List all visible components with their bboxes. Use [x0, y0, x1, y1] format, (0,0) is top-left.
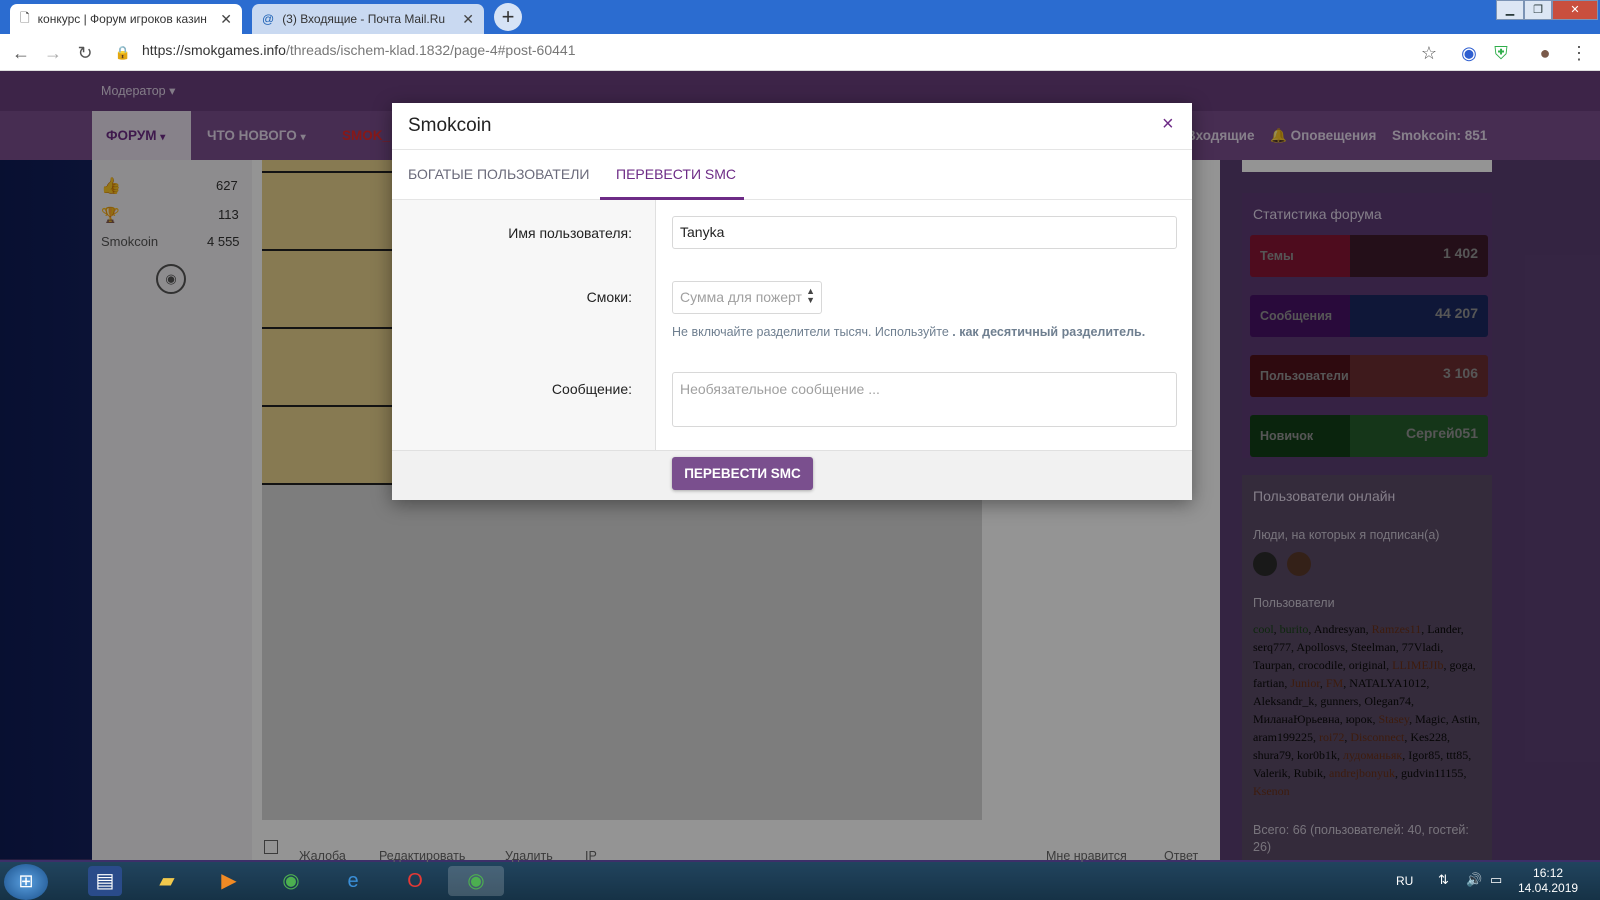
stepper-arrows-icon[interactable]: ▲ ▼	[806, 287, 815, 305]
chrome-icon[interactable]: ◉	[274, 866, 308, 896]
modal-title: Smokcoin	[408, 115, 492, 136]
tab-rich-users[interactable]: БОГАТЫЕ ПОЛЬЗОВАТЕЛИ	[408, 166, 589, 182]
minimize-icon[interactable]: ▁	[1496, 0, 1524, 20]
media-player-icon[interactable]: ▶	[212, 866, 246, 896]
internet-explorer-icon[interactable]: e	[336, 866, 370, 896]
url-path: /threads/ischem-klad.1832/page-4#post-60…	[285, 42, 576, 58]
amount-stepper[interactable]: Сумма для пожерт ▲ ▼	[672, 281, 822, 314]
maximize-icon[interactable]: ❐	[1524, 0, 1552, 20]
back-icon[interactable]: ←	[10, 42, 32, 64]
username-label: Имя пользователя:	[508, 225, 632, 241]
new-tab-button[interactable]: +	[494, 3, 522, 31]
start-button[interactable]: ⊞	[4, 864, 48, 900]
shield-icon[interactable]: ⛨	[1490, 42, 1512, 64]
message-field[interactable]: Необязательное сообщение ...	[672, 372, 1177, 427]
speaker-icon[interactable]: 🔊	[1466, 872, 1482, 888]
clock[interactable]: 16:12 14.04.2019	[1518, 866, 1578, 896]
address-bar[interactable]: https://smokgames.info/threads/ischem-kl…	[142, 42, 575, 58]
menu-icon[interactable]: ⋮	[1568, 42, 1590, 64]
folder-icon[interactable]: ▰	[150, 866, 184, 896]
message-label: Сообщение:	[551, 381, 632, 397]
chrome-active-icon[interactable]: ◉	[448, 866, 504, 896]
mail-icon: @	[262, 12, 275, 26]
close-tab-icon[interactable]: ✕	[220, 11, 232, 28]
language-indicator[interactable]: RU	[1396, 874, 1413, 888]
forward-icon[interactable]: →	[42, 42, 64, 64]
tab-title: конкурс | Форум игроков казин	[37, 12, 207, 26]
avatar[interactable]: ●	[1534, 42, 1556, 64]
amount-placeholder: Сумма для пожерт	[680, 289, 802, 305]
modal-tabs: БОГАТЫЕ ПОЛЬЗОВАТЕЛИ ПЕРЕВЕСТИ SMC	[392, 149, 1192, 200]
document-icon: 🗋	[20, 10, 30, 25]
message-placeholder: Необязательное сообщение ...	[680, 381, 880, 397]
network-icon[interactable]: ⇅	[1438, 872, 1449, 888]
extension-globe-icon[interactable]: ◉	[1458, 42, 1480, 64]
browser-tab-mail[interactable]: @ (3) Входящие - Почта Mail.Ru ✕	[252, 4, 484, 34]
smokcoin-modal: Smokcoin × БОГАТЫЕ ПОЛЬЗОВАТЕЛИ ПЕРЕВЕСТ…	[392, 103, 1192, 500]
close-tab-icon[interactable]: ✕	[462, 11, 474, 28]
lock-icon: 🔒	[114, 45, 132, 60]
tab-transfer-smc[interactable]: ПЕРЕВЕСТИ SMC	[616, 166, 736, 182]
amount-label: Смоки:	[586, 289, 632, 305]
browser-tab-forum[interactable]: 🗋 конкурс | Форум игроков казин ✕	[10, 4, 242, 34]
amount-hint-text: Не включайте разделители тысяч. Использу…	[672, 325, 949, 339]
tab-title: (3) Входящие - Почта Mail.Ru	[282, 12, 446, 26]
url-host: https://smokgames.info	[142, 42, 286, 58]
star-icon[interactable]: ☆	[1418, 42, 1440, 64]
username-field[interactable]: Tanyka	[672, 216, 1177, 249]
close-window-icon[interactable]: ✕	[1552, 0, 1598, 20]
reload-icon[interactable]: ↻	[74, 42, 96, 64]
clock-time: 16:12	[1533, 866, 1564, 880]
close-icon[interactable]: ×	[1162, 113, 1174, 136]
opera-icon[interactable]: O	[398, 866, 432, 896]
save-app-icon[interactable]: ▤	[88, 866, 122, 896]
amount-hint: Не включайте разделители тысяч. Использу…	[672, 325, 1145, 339]
transfer-smc-button[interactable]: ПЕРЕВЕСТИ SMC	[672, 457, 813, 490]
clock-date: 14.04.2019	[1518, 881, 1579, 895]
amount-hint-bold: . как десятичный разделитель.	[952, 325, 1146, 339]
action-center-icon[interactable]: ▭	[1490, 872, 1502, 888]
